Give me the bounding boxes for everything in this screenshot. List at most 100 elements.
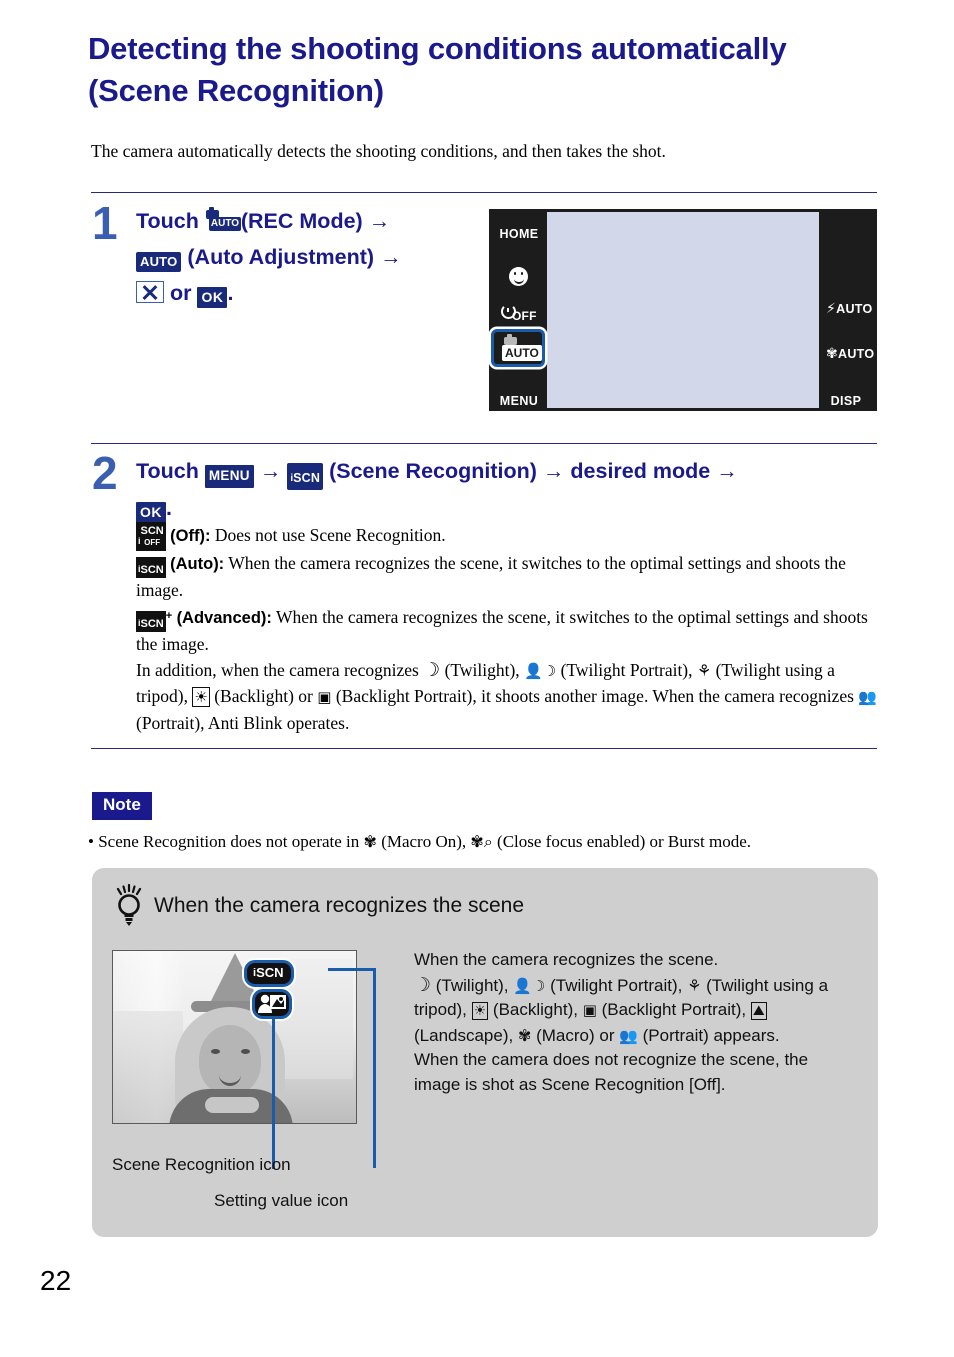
macro-tulip-icon: ✾ (826, 346, 839, 362)
lightbulb-icon (116, 884, 142, 926)
twilight-moon-icon: ☽ (423, 658, 441, 681)
lcd-macro-mode[interactable]: ✾AUTO (826, 346, 874, 362)
portrait-icon: 👥 (858, 688, 878, 706)
self-timer-icon[interactable]: OFF (501, 304, 541, 324)
step-1-instruction: Touch AUTO (REC Mode) → AUTO (Auto Adjus… (136, 203, 476, 311)
lcd-rec-mode-button[interactable]: AUTO (491, 329, 545, 367)
section-divider (91, 443, 877, 444)
note-text-1: Scene Recognition does not operate in (93, 832, 364, 851)
camera-icon (504, 334, 517, 345)
lcd-menu-button[interactable]: MENU (495, 394, 543, 408)
iscn-scn: SCN (256, 965, 284, 980)
note-text-2: (Macro On), (376, 832, 471, 851)
backlight-portrait-icon: ▣ (582, 1001, 597, 1019)
backlight-icon: ☀ (471, 1002, 489, 1020)
addition-text-3: (Twilight Portrait), (556, 659, 697, 680)
tip-text-2d: (Backlight), (488, 1000, 583, 1019)
callout-line-v1 (373, 968, 376, 1168)
tip-text-2h: (Portrait) appears. (637, 1025, 780, 1045)
lcd-flash-value: AUTO (836, 302, 873, 316)
tip-line-1: When the camera recognizes the scene. (414, 950, 719, 969)
close-focus-icon: ✾⌕ (470, 832, 493, 851)
addition-text-5: (Backlight) or (209, 686, 318, 706)
twilight-tripod-icon: ⚘ (696, 660, 712, 680)
scene-recognition-advanced-icon: iSCN (136, 610, 166, 632)
lcd-rec-mode-value: AUTO (502, 345, 542, 361)
tip-line-3: When the camera does not recognize the s… (414, 1050, 809, 1094)
scene-recognition-icon: iSCN (287, 463, 324, 490)
step-2-number: 2 (92, 447, 118, 499)
note-text-3: (Close focus enabled) or Burst mode. (492, 832, 752, 851)
arrow-icon: → (380, 245, 402, 269)
tip-heading: When the camera recognizes the scene (154, 894, 525, 917)
rec-mode-auto-icon: AUTO (205, 207, 242, 232)
iscn-scn: SCN (140, 525, 164, 537)
macro-on-icon: ✾ (363, 832, 377, 851)
step-2-prefix: Touch (136, 459, 199, 483)
sample-photo (112, 950, 357, 1124)
ok-badge: OK (197, 287, 228, 308)
page-title: Detecting the shooting conditions automa… (88, 31, 787, 108)
macro-icon: ✾ (517, 1025, 532, 1045)
arrow-icon: → (368, 209, 391, 233)
scene-recognition-mode-list: iSCN OFF (Off): Does not use Scene Recogn… (136, 522, 881, 736)
callout-line-h1 (328, 968, 376, 971)
arrow-icon: → (716, 459, 738, 483)
tip-text-2a: (Twilight), (431, 975, 514, 995)
mode-auto-name: (Auto): (170, 554, 225, 573)
step-2-label-desired-mode: desired mode (570, 459, 711, 483)
callout-setting-value-icon (252, 989, 292, 1019)
step-1-prefix: Touch (136, 209, 199, 233)
camera-lcd-mockup: HOME OFF AUTO MENU ⚡AUTO ✾AUTO DISP (489, 209, 877, 411)
twilight-portrait-icon: 👤☽ (524, 661, 557, 680)
scene-recognition-auto-icon: iSCN (136, 556, 166, 578)
page-number: 22 (40, 1265, 72, 1296)
close-x-icon (136, 281, 164, 303)
lcd-macro-value: AUTO (838, 347, 875, 361)
lcd-disp-button[interactable]: DISP (821, 394, 871, 408)
tip-box: When the camera recognizes the scene iSC… (92, 868, 878, 1237)
step-1-number: 1 (92, 197, 118, 249)
callout-scene-recognition-icon: iSCN (244, 960, 294, 987)
iscn-scn: SCN (140, 617, 164, 630)
mode-auto-line: iSCN (Auto): When the camera recognizes … (136, 551, 881, 604)
mode-auto-desc: When the camera recognizes the scene, it… (136, 552, 846, 601)
intro-paragraph: The camera automatically detects the sho… (91, 141, 666, 161)
tip-text-2f: (Landscape), (414, 1025, 518, 1045)
mode-advanced-name: (Advanced): (176, 608, 272, 627)
note-badge: Note (92, 792, 152, 820)
backlight-icon: ☀ (192, 687, 210, 707)
section-divider (91, 192, 877, 193)
mode-off-name: (Off): (170, 527, 211, 545)
step-2-instruction: Touch MENU → iSCN (Scene Recognition) → … (136, 453, 881, 526)
step-1-or: or (169, 281, 192, 305)
scene-recognition-off-icon: iSCN OFF (136, 522, 166, 551)
tip-text-2e: (Backlight Portrait), (596, 1000, 751, 1019)
lcd-flash-mode[interactable]: ⚡AUTO (826, 301, 873, 317)
twilight-tripod-icon: ⚘ (687, 975, 702, 995)
addition-text-1: In addition, when the camera recognizes (136, 659, 424, 680)
step-2-label-scene-recognition: (Scene Recognition) (329, 459, 537, 483)
lcd-home-button[interactable]: HOME (495, 227, 543, 241)
ok-badge: OK (136, 501, 166, 523)
callout-line-v2 (272, 1019, 275, 1169)
smile-shutter-icon[interactable] (509, 267, 528, 286)
arrow-icon: → (259, 459, 282, 483)
portrait-icon: 👥 (619, 1026, 638, 1045)
step-1-label-auto-adjustment: (Auto Adjustment) (187, 245, 375, 269)
rec-mode-auto-icon-label: AUTO (208, 217, 242, 231)
label-scene-recognition-icon: Scene Recognition icon (112, 1155, 291, 1174)
arrow-icon: → (542, 459, 565, 483)
step-1-label-recmode: (REC Mode) (240, 209, 363, 233)
mode-advanced-line: iSCN+ (Advanced): When the camera recogn… (136, 604, 881, 658)
lcd-live-view-area (547, 212, 819, 408)
backlight-portrait-icon: ▣ (317, 688, 332, 706)
tip-text-2b: (Twilight Portrait), (545, 975, 688, 995)
advanced-plus-sign: + (165, 609, 173, 622)
auto-adjustment-badge: AUTO (136, 252, 182, 272)
mode-off-desc: Does not use Scene Recognition. (210, 525, 446, 545)
flash-bolt-icon: ⚡ (826, 301, 837, 317)
iscn-off: OFF (144, 538, 161, 547)
iscn-scn: SCN (140, 563, 164, 576)
note-text: • Scene Recognition does not operate in … (88, 830, 888, 853)
